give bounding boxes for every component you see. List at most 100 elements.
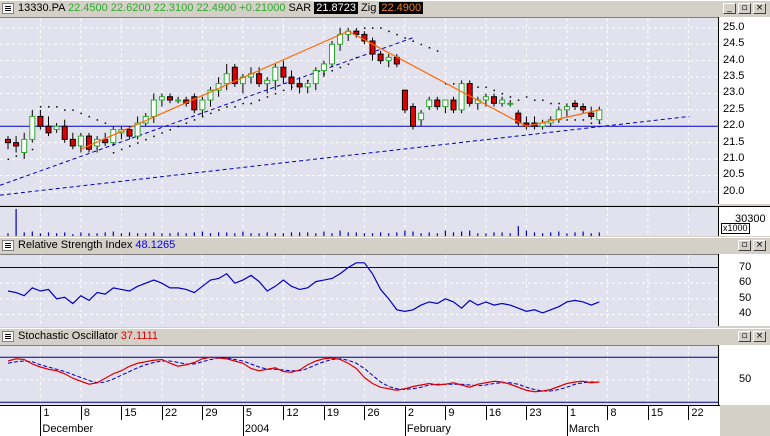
candle-body (21, 138, 28, 154)
panel-menu-icon[interactable] (2, 331, 14, 342)
close-button[interactable]: × (753, 3, 766, 14)
stoch-k-line (7, 356, 600, 393)
candle-body (256, 73, 263, 85)
rsi-tick: 50 (739, 291, 752, 304)
day-label: 26 (367, 407, 380, 419)
sar-dot (477, 86, 479, 88)
price-tick: 24.0 (723, 53, 745, 66)
candle-body (434, 99, 441, 108)
day-label: 2 (407, 407, 415, 419)
sar-dot (226, 106, 228, 108)
sar-dot (104, 122, 107, 124)
sar-dot (80, 112, 82, 115)
panel-menu-icon[interactable] (2, 240, 14, 251)
price-tick: 25.0 (723, 20, 745, 33)
sar-dot (153, 135, 155, 138)
rsi-line (7, 262, 600, 314)
candle-body (150, 99, 157, 117)
price-tick: 20.0 (723, 184, 745, 197)
sar-value: 21.8723 (314, 2, 358, 14)
volume-plot[interactable] (0, 206, 718, 236)
restore-button[interactable]: ▫ (738, 331, 751, 342)
stoch-value: 37.1111 (120, 330, 159, 342)
axis-corner (720, 405, 770, 435)
axis-tick (445, 406, 447, 420)
candle-body (77, 135, 84, 147)
candle-body (320, 63, 327, 71)
panel-menu-icon[interactable] (2, 3, 14, 14)
axis-tick (566, 406, 568, 420)
sar-dot (534, 99, 536, 102)
candle-body (158, 96, 165, 101)
sar-dot (274, 92, 277, 95)
day-label: 1 (569, 407, 577, 419)
candle-body (385, 56, 392, 62)
price-tick: 21.5 (723, 135, 745, 148)
axis-tick (242, 406, 244, 420)
candle-body (296, 83, 303, 88)
candle-body (466, 83, 473, 104)
candle-body (450, 99, 457, 111)
trend-line (0, 115, 690, 196)
quote-close: 22.4900 (196, 2, 237, 14)
month-tick (40, 420, 42, 436)
rsi-value: 48.1265 (135, 239, 176, 251)
rsi-panel: Relative Strength Index 48.1265 ▫ × 70 60… (0, 237, 770, 327)
stoch-scale: 50 (718, 345, 770, 405)
restore-button[interactable]: ▫ (738, 240, 751, 251)
axis-tick (121, 406, 123, 420)
candle-body (53, 125, 60, 131)
candle-body (442, 99, 449, 108)
price-tick: 23.0 (723, 86, 745, 99)
axis-tick (323, 406, 325, 420)
axis-tick (485, 406, 487, 420)
candle-body (69, 138, 76, 147)
day-label: 12 (286, 407, 299, 419)
sar-dot (363, 27, 366, 29)
rsi-plot[interactable] (0, 254, 718, 327)
close-button[interactable]: × (753, 331, 766, 342)
sar-dot (15, 155, 18, 157)
candle-body (280, 66, 287, 78)
price-chart (0, 18, 718, 205)
axis-tick (80, 406, 82, 420)
rsi-chart (0, 255, 718, 327)
candle-body (418, 112, 425, 121)
candle-body (86, 135, 92, 150)
sar-dot (574, 119, 576, 121)
day-label: 8 (83, 407, 91, 419)
sar-dot (372, 27, 374, 29)
stoch-plot[interactable] (0, 345, 718, 406)
quote-open: 22.4500 (67, 2, 108, 14)
day-label: 22 (164, 407, 178, 419)
day-label: 22 (691, 407, 704, 419)
rsi-panel-title: Relative Strength Index 48.1265 (18, 239, 175, 252)
axis-tick (364, 406, 366, 420)
close-button[interactable]: × (753, 240, 766, 251)
minimize-button[interactable]: _ (723, 3, 736, 14)
sar-dot (485, 86, 487, 88)
month-label: February (406, 423, 451, 435)
sar-label: SAR (288, 2, 312, 14)
candle-body (491, 96, 497, 104)
sar-dot (525, 96, 528, 98)
candle-body (29, 115, 36, 140)
price-plot[interactable] (0, 17, 718, 205)
sar-dot (453, 83, 455, 85)
restore-button[interactable]: ▫ (738, 3, 751, 14)
day-label: 23 (529, 407, 542, 419)
price-tick: 22.0 (723, 119, 745, 132)
stoch-title: Stochastic Oscillator (18, 330, 118, 342)
time-axis[interactable]: 1 8 15 22 29 5 12 19 26 2 9 16 23 1 8 15 22 December 2004 F… (0, 405, 720, 436)
day-label: 15 (124, 407, 137, 419)
sar-dot (161, 132, 163, 134)
rsi-tick: 40 (739, 307, 752, 320)
sar-dot (420, 43, 423, 46)
candle-body (45, 125, 52, 134)
candle-body (410, 106, 416, 127)
month-tick (566, 420, 568, 436)
sar-dot (501, 92, 504, 95)
volume-chart (7, 207, 689, 236)
candle-body (377, 53, 384, 62)
sar-dot (428, 47, 431, 49)
